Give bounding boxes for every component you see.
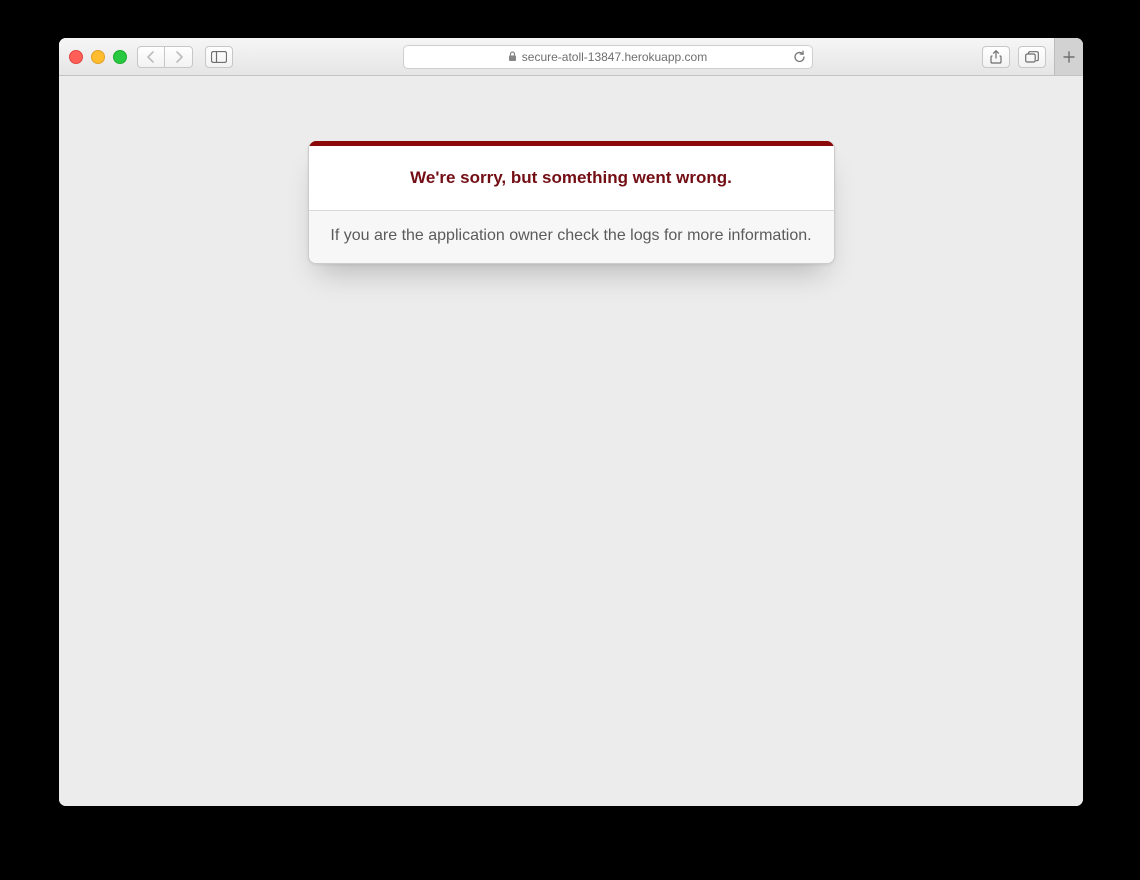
share-icon xyxy=(990,50,1002,64)
lock-icon xyxy=(508,51,517,62)
share-button[interactable] xyxy=(982,46,1010,68)
error-heading: We're sorry, but something went wrong. xyxy=(309,146,834,211)
window-controls xyxy=(69,50,127,64)
address-bar[interactable]: secure-atoll-13847.herokuapp.com xyxy=(403,45,813,69)
reload-icon xyxy=(793,50,806,64)
reload-button[interactable] xyxy=(793,50,806,64)
nav-back-forward-group xyxy=(137,46,193,68)
page-viewport: We're sorry, but something went wrong. I… xyxy=(59,76,1083,806)
toolbar-right-group xyxy=(982,38,1073,75)
address-bar-url: secure-atoll-13847.herokuapp.com xyxy=(522,50,707,64)
plus-icon xyxy=(1063,51,1075,63)
sidebar-icon xyxy=(211,51,227,63)
chevron-left-icon xyxy=(146,51,156,63)
forward-button[interactable] xyxy=(165,46,193,68)
chevron-right-icon xyxy=(174,51,184,63)
error-body: If you are the application owner check t… xyxy=(309,211,834,263)
browser-window: secure-atoll-13847.herokuapp.com xyxy=(59,38,1083,806)
address-bar-content: secure-atoll-13847.herokuapp.com xyxy=(412,50,804,64)
sidebar-toggle-button[interactable] xyxy=(205,46,233,68)
browser-toolbar: secure-atoll-13847.herokuapp.com xyxy=(59,38,1083,76)
back-button[interactable] xyxy=(137,46,165,68)
rails-error-dialog: We're sorry, but something went wrong. I… xyxy=(308,141,835,264)
new-tab-button[interactable] xyxy=(1054,38,1083,75)
window-close-button[interactable] xyxy=(69,50,83,64)
window-minimize-button[interactable] xyxy=(91,50,105,64)
show-tabs-button[interactable] xyxy=(1018,46,1046,68)
tabs-icon xyxy=(1025,51,1039,63)
window-zoom-button[interactable] xyxy=(113,50,127,64)
